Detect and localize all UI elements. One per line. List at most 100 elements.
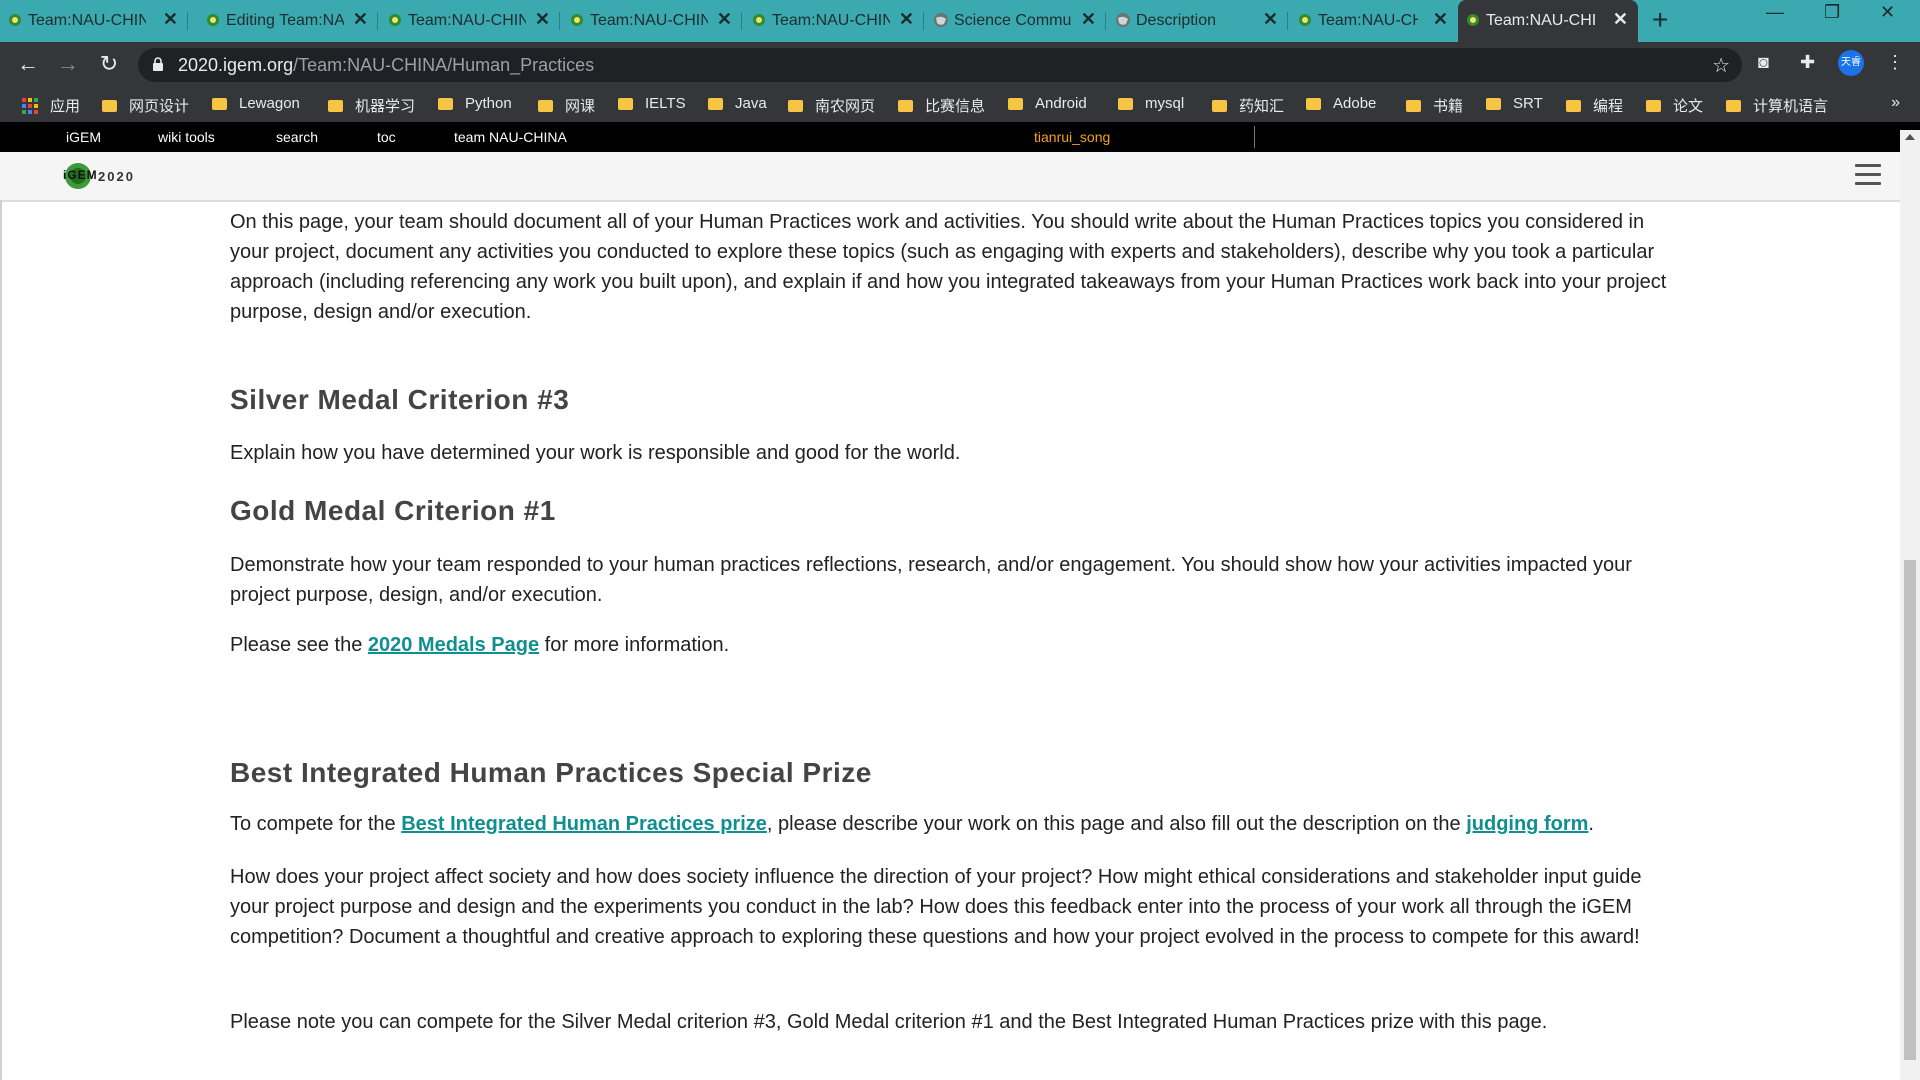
best-integrated-heading: Best Integrated Human Practices Special … — [230, 757, 872, 788]
bookmark-folder[interactable]: 网课 — [538, 95, 595, 116]
new-tab-button[interactable]: + — [1652, 4, 1668, 36]
bookmark-folder[interactable]: IELTS — [618, 95, 686, 112]
bookmark-label: 计算机语言 — [1753, 98, 1829, 115]
igem-logo[interactable]: iGEM 2020 — [62, 160, 135, 192]
folder-icon — [102, 99, 117, 112]
profile-avatar[interactable]: 天睿 — [1838, 50, 1864, 76]
bookmark-label: 比赛信息 — [925, 98, 986, 115]
tab-team-nau-china-1[interactable]: Team:NAU-CHINA ✕ — [0, 0, 188, 42]
bookmark-folder[interactable]: 论文 — [1646, 95, 1703, 116]
folder-icon — [788, 99, 803, 112]
forward-button[interactable]: → — [54, 50, 82, 78]
igem-menu-search[interactable]: search — [276, 129, 318, 145]
tab-title: Team:NAU-CHINA — [1318, 12, 1418, 29]
bookmark-folder[interactable]: Lewagon — [212, 95, 300, 112]
bookmark-label: mysql — [1145, 95, 1185, 112]
bookmarks-overflow-button[interactable]: » — [1891, 94, 1900, 112]
see-medals-suffix: for more information. — [539, 634, 730, 656]
tab-team-nau-china-2[interactable]: Team:NAU-CHINA ✕ — [380, 0, 560, 42]
reload-button[interactable]: ↻ — [95, 50, 123, 78]
scroll-up-arrow-icon[interactable] — [1905, 134, 1915, 140]
igem-favicon-icon — [753, 14, 765, 26]
igem-menu-toc[interactable]: toc — [377, 129, 396, 145]
bookmark-label: Java — [735, 95, 767, 112]
igem-menu-wiki-tools[interactable]: wiki tools — [158, 129, 215, 145]
bookmark-folder[interactable]: SRT — [1486, 95, 1543, 112]
back-button[interactable]: ← — [14, 50, 42, 78]
bookmark-folder[interactable]: Adobe — [1306, 95, 1376, 112]
bookmark-apps[interactable]: 应用 — [22, 95, 80, 116]
tab-team-nau-china-4[interactable]: Team:NAU-CHINA ✕ — [744, 0, 924, 42]
close-tab-icon[interactable]: ✕ — [899, 9, 914, 30]
bookmark-folder[interactable]: Java — [708, 95, 767, 112]
page-scrollbar[interactable] — [1900, 130, 1920, 1080]
close-tab-icon[interactable]: ✕ — [1263, 9, 1278, 30]
close-tab-icon[interactable]: ✕ — [717, 9, 732, 30]
url-path: /Team:NAU-CHINA/Human_Practices — [293, 55, 595, 75]
bookmark-folder[interactable]: 编程 — [1566, 95, 1623, 116]
igem-menu-igem[interactable]: iGEM — [66, 129, 101, 145]
bookmark-label: Android — [1035, 95, 1087, 112]
bookmark-label: 应用 — [50, 98, 81, 115]
globe-icon — [934, 13, 948, 27]
close-tab-icon[interactable]: ✕ — [1081, 9, 1096, 30]
scrollbar-thumb[interactable] — [1904, 560, 1916, 1060]
bookmark-folder[interactable]: Android — [1008, 95, 1087, 112]
close-tab-icon[interactable]: ✕ — [535, 9, 550, 30]
close-tab-icon[interactable]: ✕ — [1433, 9, 1448, 30]
folder-icon — [328, 99, 343, 112]
bookmarks-bar: 应用 网页设计 Lewagon 机器学习 Python 网课 IELTS Jav… — [0, 88, 1920, 122]
bookmark-folder[interactable]: 书籍 — [1406, 95, 1463, 116]
tab-title: Science Commun — [954, 12, 1072, 29]
tab-editing-team[interactable]: Editing Team:NAU ✕ — [198, 0, 378, 42]
apps-grid-icon — [22, 97, 38, 114]
bookmark-folder[interactable]: 比赛信息 — [898, 95, 985, 116]
restore-button[interactable]: ❐ — [1824, 2, 1840, 23]
tab-team-nau-china-5[interactable]: Team:NAU-CHINA ✕ — [1290, 0, 1458, 42]
folder-icon — [212, 97, 227, 110]
tab-title: Team:NAU-CHINA — [408, 12, 526, 29]
tab-description[interactable]: Description ✕ — [1108, 0, 1288, 42]
medals-page-link[interactable]: 2020 Medals Page — [368, 634, 539, 656]
folder-icon — [1008, 97, 1023, 110]
igem-username-link[interactable]: tianrui_song — [1034, 129, 1110, 145]
extensions-puzzle-icon[interactable]: ✚ — [1800, 52, 1815, 73]
close-tab-icon[interactable]: ✕ — [1613, 9, 1628, 30]
extension-glasses-icon[interactable]: ◙ — [1758, 52, 1769, 73]
tab-science-communication[interactable]: Science Commun ✕ — [926, 0, 1106, 42]
bookmark-star-icon[interactable]: ☆ — [1712, 53, 1730, 78]
best-integrated-prize-link[interactable]: Best Integrated Human Practices prize — [401, 813, 767, 835]
bookmark-folder[interactable]: mysql — [1118, 95, 1184, 112]
silver-medal-heading: Silver Medal Criterion #3 — [230, 384, 570, 415]
tab-separator — [923, 12, 924, 30]
site-header: iGEM 2020 — [0, 152, 1900, 202]
folder-icon — [438, 97, 453, 110]
bookmark-folder[interactable]: 机器学习 — [328, 95, 415, 116]
igem-wiki-bar: iGEM wiki tools search toc team NAU-CHIN… — [0, 122, 1920, 152]
folder-icon — [898, 99, 913, 112]
tab-title: Team:NAU-CHINA — [1486, 12, 1596, 29]
igem-bar-divider — [1254, 126, 1255, 148]
igem-menu-team[interactable]: team NAU-CHINA — [454, 129, 567, 145]
tab-separator — [187, 12, 188, 30]
address-bar[interactable]: 2020.igem.org/Team:NAU-CHINA/Human_Pract… — [138, 48, 1742, 82]
close-tab-icon[interactable]: ✕ — [353, 9, 368, 30]
bookmark-folder[interactable]: 药知汇 — [1212, 95, 1284, 116]
url-text[interactable]: 2020.igem.org/Team:NAU-CHINA/Human_Pract… — [178, 55, 594, 76]
tab-title: Team:NAU-CHINA — [772, 12, 890, 29]
tab-team-nau-china-3[interactable]: Team:NAU-CHINA ✕ — [562, 0, 742, 42]
close-window-button[interactable]: ✕ — [1880, 2, 1895, 23]
bookmark-folder[interactable]: 网页设计 — [102, 95, 189, 116]
igem-favicon-icon — [389, 14, 401, 26]
menu-dots-icon[interactable]: ⋮ — [1886, 52, 1904, 73]
close-tab-icon[interactable]: ✕ — [163, 9, 178, 30]
see-medals-paragraph: Please see the 2020 Medals Page for more… — [230, 630, 1670, 660]
hamburger-menu-icon[interactable] — [1855, 164, 1881, 186]
minimize-button[interactable]: — — [1766, 2, 1784, 23]
tab-team-nau-china-active[interactable]: Team:NAU-CHINA ✕ — [1458, 0, 1638, 42]
bookmark-label: SRT — [1513, 95, 1543, 112]
bookmark-folder[interactable]: Python — [438, 95, 512, 112]
judging-form-link[interactable]: judging form — [1466, 813, 1588, 835]
bookmark-folder[interactable]: 计算机语言 — [1726, 95, 1828, 116]
bookmark-folder[interactable]: 南农网页 — [788, 95, 875, 116]
